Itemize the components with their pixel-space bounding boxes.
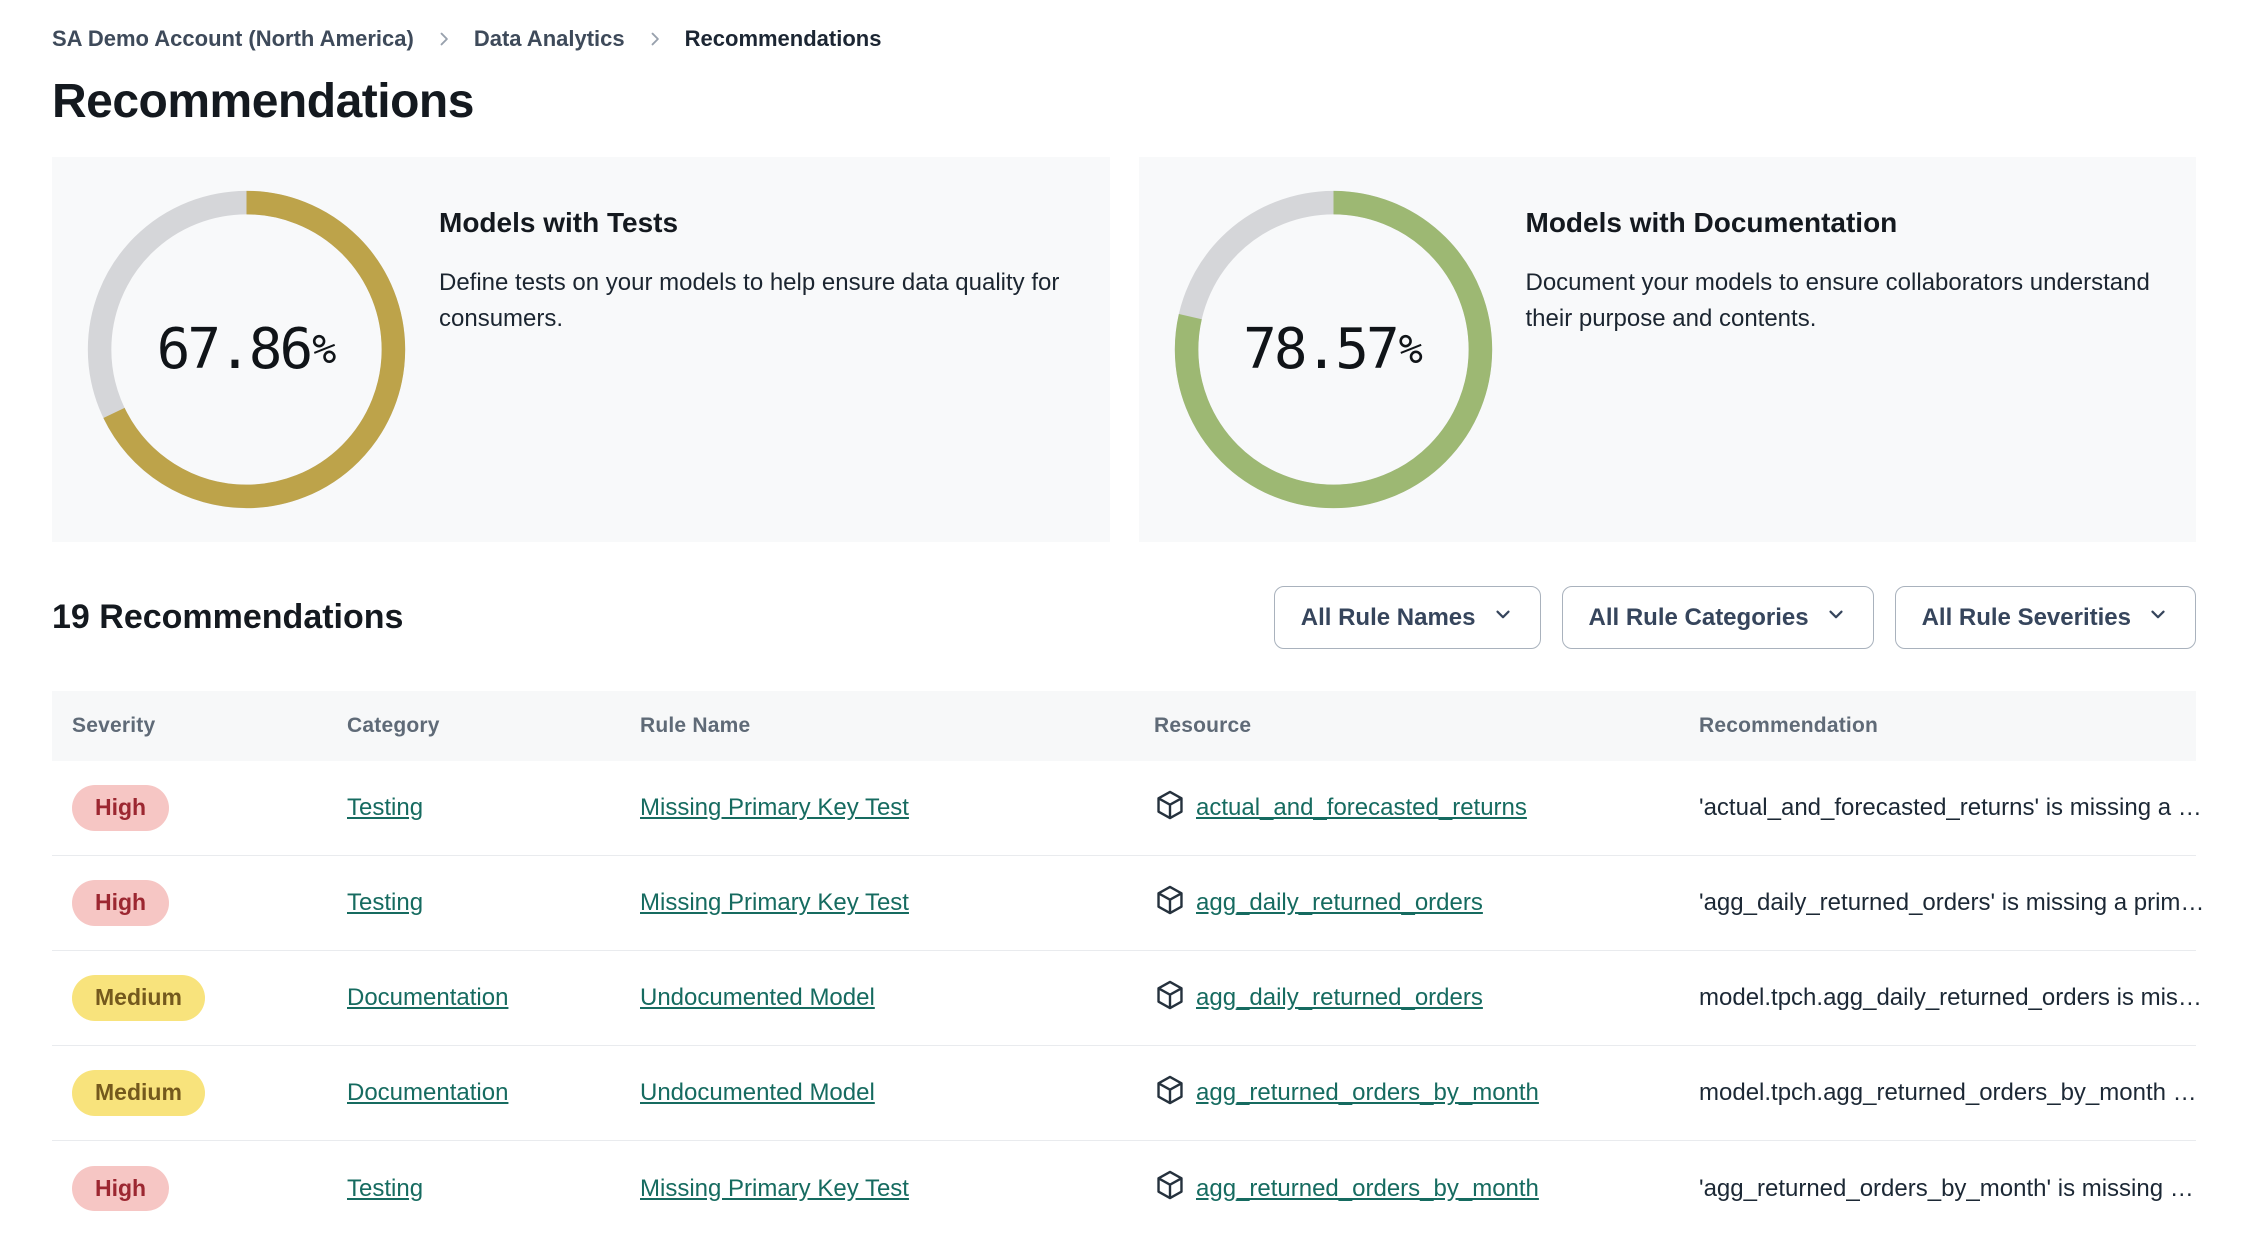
model-cube-icon: [1154, 979, 1186, 1018]
page-title: Recommendations: [52, 75, 474, 128]
chevron-right-icon: [434, 29, 454, 49]
chevron-down-icon: [2147, 603, 2169, 632]
table-row: High Testing Missing Primary Key Test ac…: [52, 761, 2202, 856]
chevron-down-icon: [1492, 603, 1514, 632]
chevron-down-icon: [1825, 603, 1847, 632]
card-models-with-tests: 67.86% Models with Tests Define tests on…: [52, 157, 1110, 542]
severity-badge: High: [72, 880, 170, 926]
category-link[interactable]: Documentation: [347, 1079, 508, 1106]
filter-rule-names-dropdown[interactable]: All Rule Names: [1273, 586, 1541, 649]
tests-donut-chart: 67.86%: [80, 183, 413, 516]
column-header-recommendation: Recommendation: [1699, 714, 1878, 737]
resource-link[interactable]: agg_returned_orders_by_month: [1196, 1175, 1539, 1203]
resource-link[interactable]: actual_and_forecasted_returns: [1196, 794, 1527, 822]
table-row: Medium Documentation Undocumented Model …: [52, 951, 2202, 1046]
docs-donut-chart: 78.57%: [1167, 183, 1500, 516]
filter-rule-categories-dropdown[interactable]: All Rule Categories: [1561, 586, 1874, 649]
rule-name-link[interactable]: Missing Primary Key Test: [640, 1175, 909, 1202]
list-header: 19 Recommendations All Rule Names All Ru…: [52, 586, 2196, 649]
recommendations-count: 19 Recommendations: [52, 598, 404, 636]
rule-name-link[interactable]: Missing Primary Key Test: [640, 794, 909, 821]
filter-label: All Rule Names: [1300, 603, 1476, 631]
table-row: High Testing Missing Primary Key Test ag…: [52, 856, 2204, 951]
rule-name-link[interactable]: Missing Primary Key Test: [640, 889, 909, 916]
donut-percent-label: 78.57%: [1243, 317, 1423, 382]
severity-badge: Medium: [72, 975, 205, 1021]
category-link[interactable]: Testing: [347, 794, 423, 821]
card-description: Document your models to ensure collabora…: [1525, 269, 2150, 332]
model-cube-icon: [1154, 1169, 1186, 1208]
resource-link[interactable]: agg_returned_orders_by_month: [1196, 1079, 1539, 1107]
severity-badge: High: [72, 1165, 170, 1212]
donut-percent-label: 67.86%: [156, 317, 337, 382]
recommendation-text: 'actual_and_forecasted_returns' is missi…: [1699, 794, 2202, 821]
model-cube-icon: [1154, 884, 1186, 923]
column-header-severity: Severity: [72, 714, 156, 737]
breadcrumb-item-account[interactable]: SA Demo Account (North America): [52, 26, 414, 52]
recommendations-table: Severity Category Rule Name Resource Rec…: [52, 691, 2204, 1236]
table-row: Medium Documentation Undocumented Model …: [52, 1046, 2197, 1141]
filter-label: All Rule Categories: [1588, 603, 1809, 631]
severity-badge: High: [72, 785, 170, 831]
recommendation-text: 'agg_returned_orders_by_month' is missin…: [1699, 1174, 2194, 1202]
resource-link[interactable]: agg_daily_returned_orders: [1196, 984, 1483, 1012]
filter-rule-severities-dropdown[interactable]: All Rule Severities: [1894, 586, 2196, 649]
table-row: High Testing Missing Primary Key Test ag…: [52, 1141, 2196, 1236]
table-header-row: Severity Category Rule Name Resource Rec…: [52, 691, 2196, 761]
breadcrumb-item-project[interactable]: Data Analytics: [474, 26, 625, 52]
model-cube-icon: [1154, 789, 1186, 828]
category-link[interactable]: Testing: [347, 1175, 423, 1202]
chevron-right-icon: [645, 29, 665, 49]
card-title: Models with Tests: [439, 207, 679, 238]
recommendations-page: SA Demo Account (North America) Data Ana…: [0, 0, 2248, 1236]
category-link[interactable]: Documentation: [347, 984, 508, 1011]
filter-bar: All Rule Names All Rule Categories All R…: [1273, 586, 2196, 649]
rule-name-link[interactable]: Undocumented Model: [640, 1079, 875, 1106]
resource-link[interactable]: agg_daily_returned_orders: [1196, 889, 1483, 917]
column-header-category: Category: [347, 714, 440, 737]
breadcrumb: SA Demo Account (North America) Data Ana…: [52, 20, 2196, 54]
card-models-with-documentation: 78.57% Models with Documentation Documen…: [1138, 157, 2196, 542]
severity-badge: Medium: [72, 1070, 205, 1116]
recommendation-text: 'agg_daily_returned_orders' is missing a…: [1699, 889, 2205, 916]
rule-name-link[interactable]: Undocumented Model: [640, 984, 875, 1011]
card-title: Models with Documentation: [1525, 207, 1898, 238]
card-description: Define tests on your models to help ensu…: [439, 269, 1060, 332]
breadcrumb-item-current: Recommendations: [684, 26, 882, 51]
column-header-rule-name: Rule Name: [640, 714, 751, 737]
category-link[interactable]: Testing: [347, 889, 423, 916]
filter-label: All Rule Severities: [1921, 603, 2131, 631]
model-cube-icon: [1154, 1074, 1186, 1113]
column-header-resource: Resource: [1154, 714, 1252, 737]
recommendation-text: model.tpch.agg_daily_returned_orders is …: [1699, 984, 2202, 1011]
recommendation-text: model.tpch.agg_returned_orders_by_month …: [1699, 1079, 2197, 1106]
stat-cards: 67.86% Models with Tests Define tests on…: [52, 157, 2196, 542]
